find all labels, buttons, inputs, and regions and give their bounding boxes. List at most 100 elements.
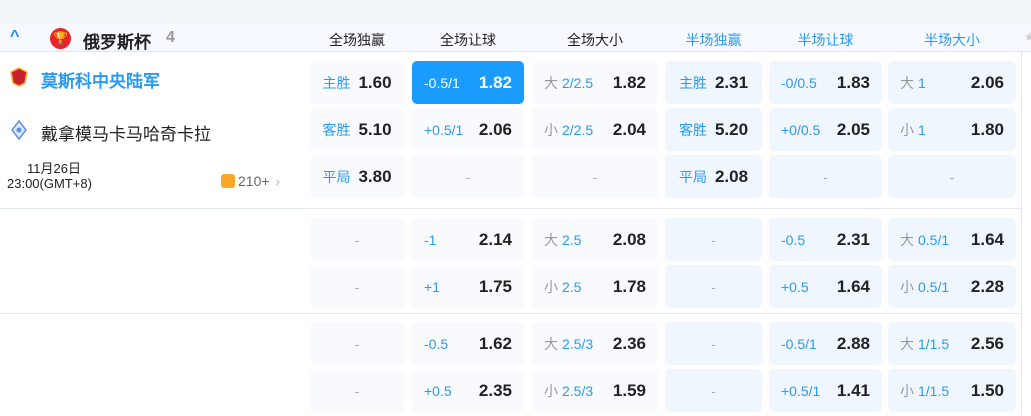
odds-cell[interactable]: 大 2.5 2.08: [532, 218, 658, 261]
odds-value: 2.06: [478, 119, 512, 139]
odds-line: -0/0.5: [781, 74, 817, 91]
away-team-logo: [11, 120, 27, 140]
odds-value: 5.10: [358, 119, 392, 139]
odds-cell[interactable]: +0.5/1 1.41: [769, 369, 882, 412]
odds-cell[interactable]: 大 0.5/1 1.64: [888, 218, 1016, 261]
over-under-label: 小: [900, 382, 914, 399]
empty-odds: -: [711, 335, 716, 352]
odds-value: 1.64: [970, 229, 1004, 249]
odds-cell[interactable]: -0.5/1 1.82: [412, 61, 524, 104]
over-under-label: 小: [544, 278, 558, 295]
odds-value: 1.82: [612, 72, 646, 92]
empty-odds: -: [465, 168, 471, 185]
empty-odds: -: [354, 231, 360, 248]
more-markets-link[interactable]: 210+ ›: [221, 173, 280, 189]
column-header[interactable]: 全场独赢: [310, 30, 404, 50]
over-under-label: 大: [900, 335, 914, 352]
odds-cell[interactable]: +0.5/1 2.06: [412, 108, 524, 151]
odds-line: 平局: [322, 168, 351, 185]
odds-line: +0.5/1: [781, 382, 821, 399]
over-under-label: 小: [900, 121, 914, 138]
odds-cell[interactable]: 小 1/1.5 1.50: [888, 369, 1016, 412]
odds-cell[interactable]: -0/0.5 1.83: [769, 61, 882, 104]
odds-cell[interactable]: +0.5 2.35: [412, 369, 524, 412]
odds-cell[interactable]: 大 1 2.06: [888, 61, 1016, 104]
column-header[interactable]: 半场独赢: [665, 30, 762, 50]
odds-cell[interactable]: +0.5 1.64: [769, 265, 882, 308]
odds-cell[interactable]: 大 2.5/3 2.36: [532, 322, 658, 365]
over-under-label: 小: [544, 121, 558, 138]
odds-line: -0.5/1: [424, 74, 460, 91]
odds-cell: -: [665, 322, 762, 365]
odds-cell[interactable]: -0.5 2.31: [769, 218, 882, 261]
markets-icon: [221, 174, 235, 188]
match-time: 23:00(GMT+8): [7, 176, 92, 191]
odds-value: 2.08: [612, 229, 646, 249]
odds-cell: -: [310, 265, 404, 308]
odds-cell[interactable]: 主胜 2.31: [665, 61, 762, 104]
odds-line: +0.5: [781, 278, 809, 295]
odds-line: 2.5/3: [562, 382, 594, 399]
away-team-name[interactable]: 戴拿模马卡马哈奇卡拉: [41, 120, 211, 145]
odds-value: 5.20: [714, 119, 749, 139]
scrollbar[interactable]: [1021, 52, 1022, 416]
odds-cell: -: [532, 155, 658, 198]
odds-line: 2.5: [562, 278, 582, 295]
odds-cell: -: [310, 218, 404, 261]
empty-odds: -: [711, 382, 716, 399]
odds-cell[interactable]: 小 2.5/3 1.59: [532, 369, 658, 412]
odds-line: 1/1.5: [918, 335, 950, 352]
odds-cell[interactable]: 小 1 1.80: [888, 108, 1016, 151]
column-header[interactable]: 半场大小: [888, 30, 1016, 50]
over-under-label: 大: [544, 231, 558, 248]
odds-cell[interactable]: 小 2.5 1.78: [532, 265, 658, 308]
odds-cell[interactable]: 平局 2.08: [665, 155, 762, 198]
match-date: 11月26日: [27, 161, 81, 176]
star-icon[interactable]: ★: [1024, 30, 1031, 44]
odds-cell[interactable]: 客胜 5.10: [310, 108, 404, 151]
over-under-label: 大: [900, 74, 914, 91]
odds-cell[interactable]: -1 2.14: [412, 218, 524, 261]
odds-value: 1.78: [612, 276, 646, 296]
odds-cell[interactable]: -0.5/1 2.88: [769, 322, 882, 365]
odds-value: 2.88: [836, 333, 870, 353]
home-team-name[interactable]: 莫斯科中央陆军: [41, 67, 160, 92]
odds-cell: -: [665, 369, 762, 412]
over-under-label: 大: [544, 335, 558, 352]
empty-odds: -: [823, 168, 828, 185]
odds-value: 2.31: [836, 229, 870, 249]
collapse-chevron-up-icon[interactable]: ^: [10, 28, 19, 46]
odds-cell[interactable]: 大 1/1.5 2.56: [888, 322, 1016, 365]
odds-cell[interactable]: -0.5 1.62: [412, 322, 524, 365]
empty-odds: -: [354, 382, 360, 399]
odds-cell[interactable]: +0/0.5 2.05: [769, 108, 882, 151]
odds-cell: -: [310, 322, 404, 365]
odds-value: 1.75: [478, 276, 512, 296]
odds-value: 2.14: [478, 229, 512, 249]
odds-line: 1: [918, 74, 926, 91]
odds-cell[interactable]: 平局 3.80: [310, 155, 404, 198]
empty-odds: -: [711, 231, 716, 248]
over-under-label: 大: [544, 74, 558, 91]
odds-line: 主胜: [678, 74, 707, 91]
empty-odds: -: [949, 168, 955, 185]
odds-cell: -: [665, 265, 762, 308]
odds-cell[interactable]: 小 0.5/1 2.28: [888, 265, 1016, 308]
odds-cell[interactable]: 小 2/2.5 2.04: [532, 108, 658, 151]
odds-cell[interactable]: 大 2/2.5 1.82: [532, 61, 658, 104]
odds-cell[interactable]: 客胜 5.20: [665, 108, 762, 151]
column-header[interactable]: 半场让球: [769, 30, 882, 50]
column-header[interactable]: 全场大小: [532, 30, 658, 50]
column-header[interactable]: 全场让球: [412, 30, 524, 50]
odds-line: 2.5/3: [562, 335, 594, 352]
odds-cell[interactable]: 主胜 1.60: [310, 61, 404, 104]
over-under-label: 小: [544, 382, 558, 399]
divider: [0, 313, 1021, 314]
top-strip: [0, 0, 1031, 24]
empty-odds: -: [354, 335, 360, 352]
more-markets-count: 210+: [238, 173, 270, 189]
odds-value: 2.06: [970, 72, 1004, 92]
home-team-logo: [10, 67, 28, 87]
odds-cell[interactable]: +1 1.75: [412, 265, 524, 308]
league-name: 俄罗斯杯: [83, 33, 151, 52]
